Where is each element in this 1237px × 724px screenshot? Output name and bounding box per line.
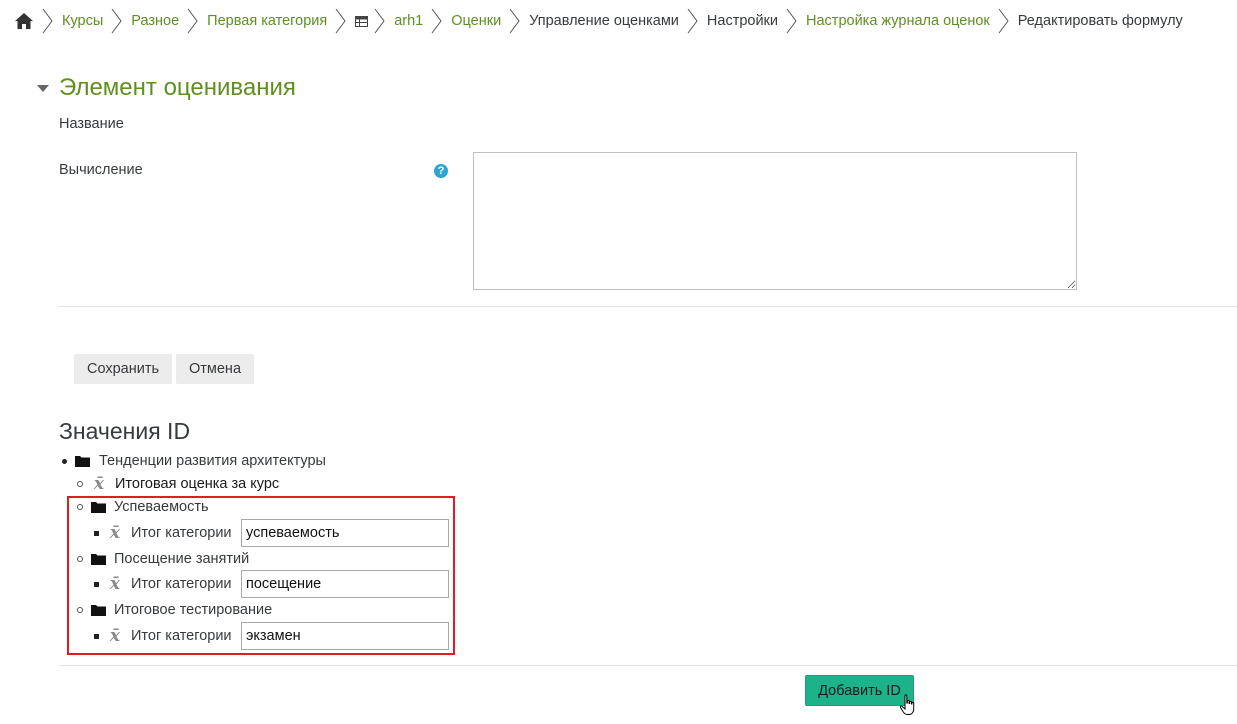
- divider: [59, 665, 1237, 666]
- chevron-right-icon: [335, 8, 346, 34]
- home-icon[interactable]: [14, 11, 34, 31]
- chevron-right-icon: [374, 8, 385, 34]
- collapse-caret-icon[interactable]: [37, 84, 49, 94]
- tree-root: Тенденции развития архитектуры: [62, 451, 326, 471]
- folder-icon: [91, 605, 106, 616]
- tree-category: Итоговое тестирование: [77, 600, 272, 620]
- id-input[interactable]: [241, 519, 449, 547]
- breadcrumb-edit-formula: Редактировать формулу: [1017, 13, 1183, 29]
- category-total-label: Итог категории: [131, 628, 232, 644]
- bullet: [62, 458, 67, 464]
- mean-x-icon: x̄: [109, 625, 121, 646]
- chevron-right-icon: [187, 8, 198, 34]
- root-category-label: Тенденции развития архитектуры: [99, 453, 326, 469]
- bullet: [77, 607, 83, 613]
- course-total-label: Итоговая оценка за курс: [115, 476, 280, 492]
- breadcrumb: Курсы Разное Первая категория arh1 Оценк…: [14, 8, 1183, 34]
- cancel-button[interactable]: Отмена: [176, 354, 254, 384]
- chevron-right-icon: [998, 8, 1009, 34]
- calculation-textarea[interactable]: [473, 152, 1077, 290]
- bullet: [77, 556, 83, 562]
- help-icon[interactable]: ?: [434, 164, 448, 178]
- breadcrumb-gradebook-setup[interactable]: Настройка журнала оценок: [806, 13, 990, 29]
- breadcrumb-misc[interactable]: Разное: [131, 13, 179, 29]
- breadcrumb-course[interactable]: arh1: [394, 13, 423, 29]
- breadcrumb-grade-admin: Управление оценками: [529, 13, 679, 29]
- tree-category: Посещение занятий: [77, 549, 249, 569]
- mean-x-icon: x̄: [109, 573, 121, 594]
- category-name: Посещение занятий: [114, 551, 250, 567]
- breadcrumb-settings: Настройки: [706, 13, 779, 29]
- chevron-right-icon: [42, 8, 53, 34]
- calculation-label: Вычисление: [59, 162, 143, 178]
- folder-icon: [75, 456, 90, 467]
- bullet: [77, 481, 83, 487]
- tree-course-total: x̄ Итоговая оценка за курс: [77, 474, 279, 494]
- bullet: [94, 530, 99, 536]
- breadcrumb-first-category[interactable]: Первая категория: [207, 13, 327, 29]
- category-total-label: Итог категории: [131, 576, 232, 592]
- name-label: Название: [59, 116, 124, 132]
- folder-icon: [91, 554, 106, 565]
- category-name: Успеваемость: [114, 499, 209, 515]
- breadcrumb-grades[interactable]: Оценки: [451, 13, 501, 29]
- tree-category-total: x̄ Итог категории: [94, 626, 232, 646]
- category-total-label: Итог категории: [131, 525, 232, 541]
- id-values-title: Значения ID: [59, 418, 191, 444]
- table-icon: [355, 15, 369, 28]
- chevron-right-icon: [786, 8, 797, 34]
- bullet: [77, 504, 83, 510]
- bullet: [94, 633, 99, 639]
- chevron-right-icon: [111, 8, 122, 34]
- category-name: Итоговое тестирование: [114, 602, 273, 618]
- tree-category-total: x̄ Итог категории: [94, 574, 232, 594]
- chevron-right-icon: [431, 8, 442, 34]
- chevron-right-icon: [509, 8, 520, 34]
- mean-x-icon: x̄: [109, 522, 121, 543]
- section-title[interactable]: Элемент оценивания: [59, 74, 296, 102]
- breadcrumb-courses[interactable]: Курсы: [62, 13, 103, 29]
- bullet: [94, 581, 99, 587]
- chevron-right-icon: [687, 8, 698, 34]
- tree-category: Успеваемость: [77, 497, 209, 517]
- tree-category-total: x̄ Итог категории: [94, 523, 232, 543]
- mean-x-icon: x̄: [93, 473, 105, 494]
- divider: [59, 306, 1237, 307]
- save-button[interactable]: Сохранить: [74, 354, 172, 384]
- id-input[interactable]: [241, 570, 449, 598]
- id-input[interactable]: [241, 622, 449, 650]
- add-id-button[interactable]: Добавить ID: [805, 675, 914, 706]
- folder-icon: [91, 502, 106, 513]
